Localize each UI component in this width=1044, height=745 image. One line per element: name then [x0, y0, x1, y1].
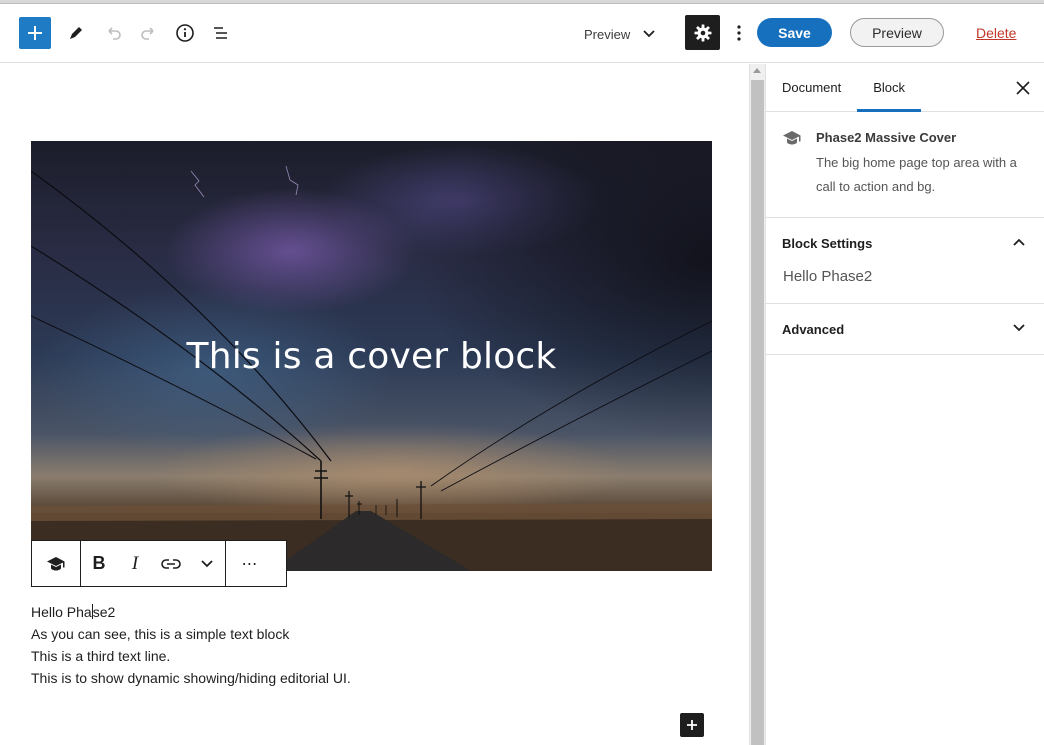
- block-inserter-button[interactable]: [19, 17, 51, 49]
- list-view-icon: [214, 27, 227, 39]
- chevron-down-icon: [643, 30, 655, 38]
- block-settings-toggle[interactable]: Block Settings: [766, 218, 1044, 268]
- options-button[interactable]: [729, 18, 749, 48]
- tab-block[interactable]: Block: [857, 64, 921, 112]
- block-card: Phase2 Massive Cover The big home page t…: [766, 112, 1044, 218]
- block-options-button[interactable]: ⋯: [226, 541, 274, 586]
- preview-button[interactable]: Preview: [850, 18, 944, 47]
- formatting-group: B I: [81, 541, 226, 586]
- paragraph-line-2[interactable]: As you can see, this is a simple text bl…: [31, 623, 351, 645]
- scroll-up-arrow[interactable]: [753, 68, 761, 73]
- link-icon: [161, 558, 181, 569]
- editor-canvas: This is a cover block B I ⋯ Hello Phase2…: [0, 64, 749, 745]
- block-type-group: [32, 541, 81, 586]
- close-sidebar-button[interactable]: [1012, 77, 1034, 99]
- paragraph-line-3[interactable]: This is a third text line.: [31, 645, 351, 667]
- undo-button[interactable]: [99, 19, 127, 47]
- advanced-panel: Advanced: [766, 304, 1044, 355]
- sidebar-tabs: Document Block: [766, 64, 1044, 112]
- chevron-down-icon: [201, 559, 213, 567]
- settings-sidebar: Document Block Phase2 Massive Cover The …: [765, 64, 1044, 745]
- pencil-icon: [70, 27, 82, 39]
- bold-button[interactable]: B: [81, 541, 117, 586]
- list-view-button[interactable]: [207, 19, 235, 47]
- undo-icon: [108, 27, 121, 40]
- chevron-down-icon: [1013, 324, 1025, 332]
- details-button[interactable]: [171, 19, 199, 47]
- preview-dropdown-label: Preview: [584, 26, 631, 42]
- paragraph-line-4[interactable]: This is to show dynamic showing/hiding e…: [31, 667, 351, 689]
- block-type-button[interactable]: [32, 541, 80, 586]
- tools-button[interactable]: [62, 19, 90, 47]
- plus-icon: [28, 26, 42, 40]
- settings-button[interactable]: [685, 15, 720, 50]
- preview-dropdown[interactable]: Preview: [584, 20, 656, 48]
- editor-header: Preview Save Preview Delete: [0, 4, 1044, 63]
- save-button[interactable]: Save: [757, 18, 832, 47]
- graduation-cap-icon: [47, 556, 65, 570]
- tab-document[interactable]: Document: [766, 64, 857, 111]
- redo-icon: [141, 27, 154, 40]
- block-settings-title: Block Settings: [782, 235, 873, 251]
- block-card-title: Phase2 Massive Cover: [816, 130, 957, 145]
- delete-link[interactable]: Delete: [976, 23, 1016, 43]
- add-block-button[interactable]: [680, 713, 704, 737]
- graduation-cap-icon: [783, 131, 801, 145]
- italic-button[interactable]: I: [117, 541, 153, 586]
- gear-icon: [694, 24, 711, 41]
- plus-icon: [687, 720, 697, 730]
- block-card-description: The big home page top area with a call t…: [816, 155, 1017, 194]
- redo-button[interactable]: [135, 19, 163, 47]
- options-group: ⋯: [226, 541, 274, 586]
- close-icon: [1016, 81, 1030, 95]
- kebab-icon: [737, 25, 741, 41]
- block-settings-value[interactable]: Hello Phase2: [766, 268, 1044, 303]
- paragraph-line-1[interactable]: Hello Phase2: [31, 601, 351, 623]
- cover-block[interactable]: This is a cover block: [31, 141, 712, 571]
- cover-title[interactable]: This is a cover block: [31, 336, 712, 377]
- advanced-title: Advanced: [782, 321, 845, 337]
- chevron-up-icon: [1013, 238, 1025, 246]
- block-settings-panel: Block Settings Hello Phase2: [766, 218, 1044, 304]
- scroll-thumb[interactable]: [751, 80, 764, 745]
- more-formats-button[interactable]: [189, 541, 225, 586]
- link-button[interactable]: [153, 541, 189, 586]
- info-icon: [176, 24, 194, 42]
- block-toolbar: B I ⋯: [31, 540, 287, 587]
- paragraph-block[interactable]: Hello Phase2 As you can see, this is a s…: [31, 601, 351, 689]
- advanced-toggle[interactable]: Advanced: [766, 304, 1044, 354]
- canvas-scrollbar[interactable]: [749, 64, 765, 745]
